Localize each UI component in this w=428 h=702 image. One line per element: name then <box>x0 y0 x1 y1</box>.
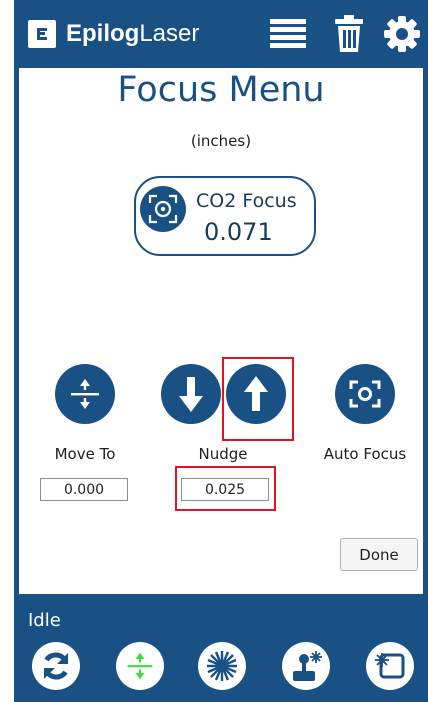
co2-focus-value: 0.071 <box>204 218 273 246</box>
focus-menu-panel: Focus Menu (inches) CO2 Focus 0.071 Move… <box>19 68 423 594</box>
toolbar-refresh-button[interactable] <box>32 642 80 690</box>
focus-target-icon <box>140 186 186 232</box>
co2-focus-label: CO2 Focus <box>196 190 297 212</box>
job-list-icon <box>270 19 306 48</box>
trash-button[interactable] <box>327 12 371 56</box>
co2-focus-card[interactable]: CO2 Focus 0.071 <box>134 176 316 256</box>
done-button[interactable]: Done <box>340 538 418 571</box>
auto-focus-button[interactable] <box>335 364 395 424</box>
toolbar-frame-button[interactable] <box>366 642 414 690</box>
move-to-input[interactable] <box>40 478 128 501</box>
page-title: Focus Menu <box>117 70 325 110</box>
toolbar-joystick-button[interactable] <box>282 642 330 690</box>
auto-focus-icon <box>349 380 381 408</box>
move-to-label: Move To <box>54 445 116 463</box>
settings-button[interactable] <box>380 12 424 56</box>
units-label: (inches) <box>190 132 252 150</box>
arrow-up-icon <box>244 376 268 411</box>
laser-burst-icon <box>207 651 237 681</box>
frame-icon <box>375 653 405 679</box>
nudge-down-button[interactable] <box>161 364 221 424</box>
job-list-button[interactable] <box>266 12 310 56</box>
joystick-icon <box>293 651 322 681</box>
gear-icon <box>384 16 420 52</box>
move-to-button[interactable] <box>55 364 115 424</box>
nudge-label: Nudge <box>198 445 248 463</box>
focus-icon <box>127 652 153 680</box>
move-to-icon <box>71 379 99 409</box>
nudge-input[interactable] <box>181 478 269 501</box>
status-text: Idle <box>28 610 61 631</box>
toolbar-focus-button[interactable] <box>116 642 164 690</box>
arrow-down-icon <box>179 377 203 412</box>
toolbar-laser-button[interactable] <box>198 642 246 690</box>
auto-focus-label: Auto Focus <box>323 445 407 463</box>
app-header: Epilog Laser <box>14 0 428 68</box>
epilog-logo: Epilog Laser <box>28 20 199 48</box>
nudge-up-button[interactable] <box>226 364 286 424</box>
epilog-logo-icon <box>28 20 56 48</box>
trash-icon <box>335 15 363 52</box>
brand-light: Laser <box>139 20 200 47</box>
app-window: Epilog Laser Focus Menu (inches) CO2 Foc… <box>14 0 428 702</box>
brand-bold: Epilog <box>66 20 140 47</box>
refresh-icon <box>43 652 69 680</box>
